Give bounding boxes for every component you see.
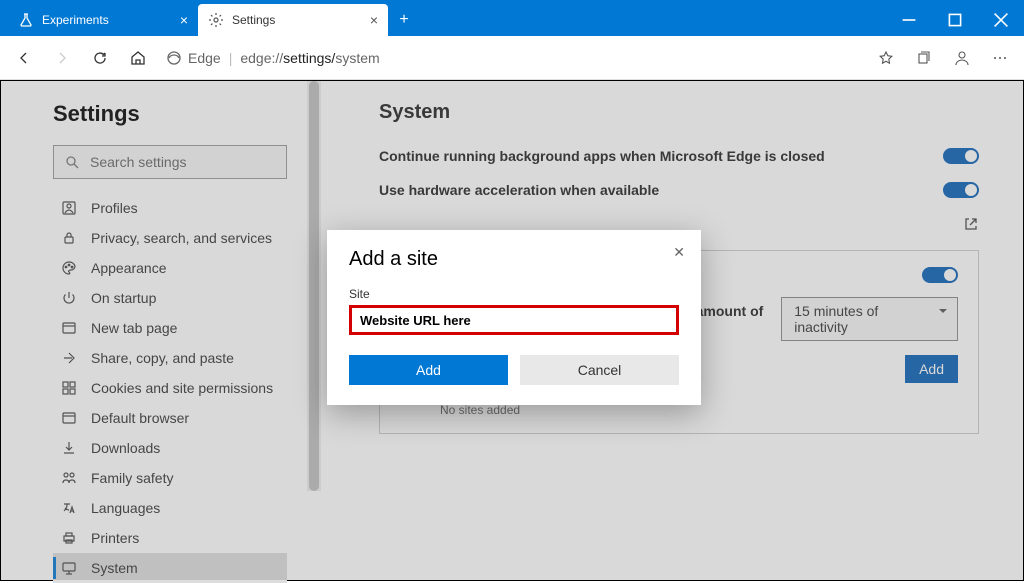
- toggle-sleeping-tabs[interactable]: [922, 267, 958, 283]
- favorite-button[interactable]: [868, 40, 904, 76]
- back-button[interactable]: [6, 40, 42, 76]
- power-icon: [61, 290, 77, 306]
- add-site-dialog: ✕ Add a site Site Add Cancel: [327, 230, 701, 405]
- url-text: edge://settings/system: [240, 50, 379, 66]
- home-button[interactable]: [120, 40, 156, 76]
- refresh-button[interactable]: [82, 40, 118, 76]
- sidebar-item-languages[interactable]: Languages: [53, 493, 287, 523]
- collections-button[interactable]: [906, 40, 942, 76]
- newtab-icon: [61, 320, 77, 336]
- sidebar-item-appearance[interactable]: Appearance: [53, 253, 287, 283]
- profile-button[interactable]: [944, 40, 980, 76]
- sidebar-item-profiles[interactable]: Profiles: [53, 193, 287, 223]
- minimize-button[interactable]: [886, 4, 932, 36]
- settings-sidebar: Settings Search settings Profiles Privac…: [1, 81, 321, 580]
- sidebar-item-printers[interactable]: Printers: [53, 523, 287, 553]
- add-site-button[interactable]: Add: [905, 355, 958, 383]
- printer-icon: [61, 530, 77, 546]
- page-heading: System: [379, 101, 979, 124]
- profile-icon: [61, 200, 77, 216]
- opt-hw-accel: Use hardware acceleration when available: [379, 182, 979, 198]
- search-icon: [64, 154, 80, 170]
- sidebar-item-system[interactable]: System: [53, 553, 287, 583]
- address-bar[interactable]: Edge | edge://settings/system: [158, 42, 866, 74]
- separator: |: [229, 50, 233, 66]
- window-controls: [886, 4, 1024, 36]
- opt-background-apps: Continue running background apps when Mi…: [379, 148, 979, 164]
- sidebar-item-newtab[interactable]: New tab page: [53, 313, 287, 343]
- sidebar-item-privacy[interactable]: Privacy, search, and services: [53, 223, 287, 253]
- edge-icon: Edge: [166, 50, 221, 66]
- forward-button[interactable]: [44, 40, 80, 76]
- share-icon: [61, 350, 77, 366]
- site-field-label: Site: [349, 287, 679, 301]
- sidebar-item-defaultbrowser[interactable]: Default browser: [53, 403, 287, 433]
- dialog-add-button[interactable]: Add: [349, 355, 508, 385]
- cookie-icon: [61, 380, 77, 396]
- flask-icon: [18, 12, 34, 28]
- new-tab-button[interactable]: +: [388, 4, 420, 36]
- sidebar-item-startup[interactable]: On startup: [53, 283, 287, 313]
- tab-label: Experiments: [42, 13, 109, 27]
- dialog-title: Add a site: [349, 248, 679, 271]
- tab-experiments[interactable]: Experiments ×: [8, 4, 198, 36]
- lock-icon: [61, 230, 77, 246]
- close-dialog-button[interactable]: ✕: [673, 244, 685, 261]
- sidebar-item-cookies[interactable]: Cookies and site permissions: [53, 373, 287, 403]
- dialog-cancel-button[interactable]: Cancel: [520, 355, 679, 385]
- close-icon[interactable]: ×: [180, 12, 188, 28]
- sleep-time-dropdown[interactable]: 15 minutes of inactivity: [781, 297, 958, 341]
- browser-toolbar: Edge | edge://settings/system: [0, 36, 1024, 80]
- gear-icon: [208, 12, 224, 28]
- language-icon: [61, 500, 77, 516]
- site-url-input[interactable]: [349, 305, 679, 335]
- settings-title: Settings: [53, 101, 321, 127]
- search-placeholder: Search settings: [90, 154, 187, 170]
- tab-label: Settings: [232, 13, 275, 27]
- edge-label: Edge: [188, 50, 221, 66]
- download-icon: [61, 440, 77, 456]
- sidebar-item-downloads[interactable]: Downloads: [53, 433, 287, 463]
- close-window-button[interactable]: [978, 4, 1024, 36]
- sidebar-item-share[interactable]: Share, copy, and paste: [53, 343, 287, 373]
- toggle-hw-accel[interactable]: [943, 182, 979, 198]
- maximize-button[interactable]: [932, 4, 978, 36]
- sidebar-item-family[interactable]: Family safety: [53, 463, 287, 493]
- close-icon[interactable]: ×: [370, 12, 378, 28]
- browser-icon: [61, 410, 77, 426]
- toggle-background-apps[interactable]: [943, 148, 979, 164]
- search-settings-input[interactable]: Search settings: [53, 145, 287, 179]
- window-titlebar: Experiments × Settings × +: [0, 0, 1024, 36]
- tab-settings[interactable]: Settings ×: [198, 4, 388, 36]
- sidebar-scrollbar[interactable]: [307, 81, 321, 491]
- family-icon: [61, 470, 77, 486]
- menu-button[interactable]: [982, 40, 1018, 76]
- palette-icon: [61, 260, 77, 276]
- external-link-icon[interactable]: [963, 216, 979, 232]
- system-icon: [61, 560, 77, 576]
